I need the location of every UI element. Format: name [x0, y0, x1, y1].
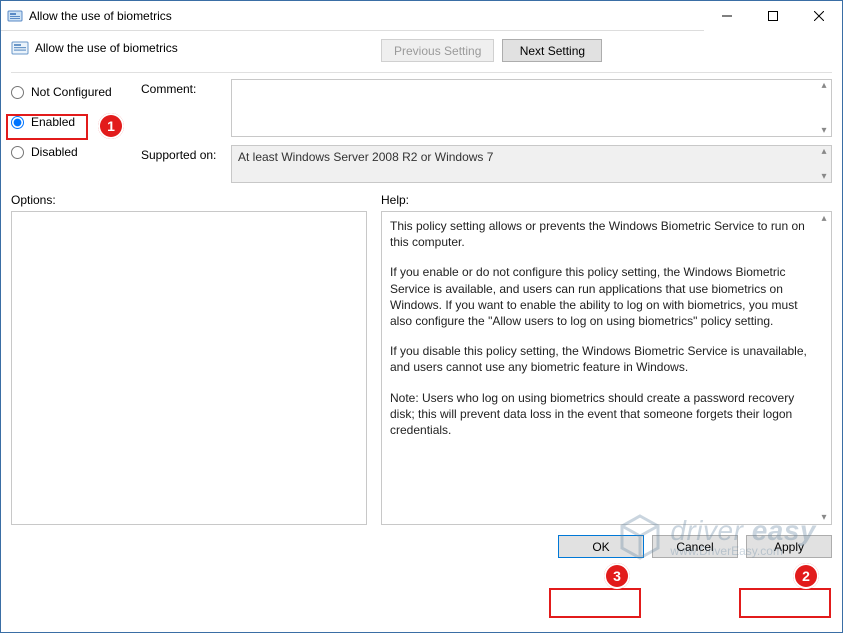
scrollbar-icon[interactable]: ▴▾ [817, 80, 831, 136]
comment-label: Comment: [141, 79, 223, 137]
settings-area: Not Configured Enabled Disabled Comment:… [1, 73, 842, 183]
radio-disabled-label: Disabled [31, 145, 78, 159]
supported-on-box: At least Windows Server 2008 R2 or Windo… [231, 145, 832, 183]
cancel-button[interactable]: Cancel [652, 535, 738, 558]
supported-label: Supported on: [141, 145, 223, 183]
titlebar: Allow the use of biometrics [1, 1, 842, 31]
radio-not-configured[interactable]: Not Configured [11, 83, 131, 101]
help-paragraph: This policy setting allows or prevents t… [390, 218, 813, 250]
radio-not-configured-label: Not Configured [31, 85, 112, 99]
help-paragraph: If you enable or do not configure this p… [390, 264, 813, 329]
radio-enabled-input[interactable] [11, 116, 24, 129]
options-pane [11, 211, 367, 525]
supported-on-text: At least Windows Server 2008 R2 or Windo… [238, 150, 493, 164]
policy-name: Allow the use of biometrics [35, 41, 178, 55]
maximize-icon [768, 11, 778, 21]
previous-setting-button[interactable]: Previous Setting [381, 39, 494, 62]
help-pane[interactable]: This policy setting allows or prevents t… [381, 211, 832, 525]
close-icon [814, 11, 824, 21]
policy-icon [11, 39, 29, 57]
app-icon [7, 8, 23, 24]
state-radios: Not Configured Enabled Disabled [11, 79, 131, 183]
apply-button[interactable]: Apply [746, 535, 832, 558]
radio-disabled[interactable]: Disabled [11, 143, 131, 161]
options-label: Options: [11, 193, 367, 207]
close-button[interactable] [796, 1, 842, 31]
panes-row: This policy setting allows or prevents t… [1, 211, 842, 531]
radio-enabled[interactable]: Enabled [11, 113, 131, 131]
help-paragraph: Note: Users who log on using biometrics … [390, 390, 813, 439]
minimize-icon [722, 11, 732, 21]
window-title: Allow the use of biometrics [29, 9, 172, 23]
annotation-box-3 [549, 588, 641, 618]
scrollbar-icon[interactable]: ▴▾ [817, 212, 831, 524]
scrollbar-icon[interactable]: ▴▾ [817, 146, 831, 182]
radio-enabled-label: Enabled [31, 115, 75, 129]
supported-row: Supported on: At least Windows Server 20… [141, 145, 832, 183]
gpo-dialog: Allow the use of biometrics Allow the us… [0, 0, 843, 633]
ok-button[interactable]: OK [558, 535, 644, 558]
annotation-box-2 [739, 588, 831, 618]
minimize-button[interactable] [704, 1, 750, 31]
radio-disabled-input[interactable] [11, 146, 24, 159]
radio-not-configured-input[interactable] [11, 86, 24, 99]
comment-row: Comment: ▴▾ [141, 79, 832, 137]
maximize-button[interactable] [750, 1, 796, 31]
pane-labels: Options: Help: [1, 183, 842, 211]
header-row: Allow the use of biometrics Previous Set… [1, 31, 842, 72]
comment-textarea[interactable]: ▴▾ [231, 79, 832, 137]
help-paragraph: If you disable this policy setting, the … [390, 343, 813, 375]
help-label: Help: [381, 193, 409, 207]
next-setting-button[interactable]: Next Setting [502, 39, 602, 62]
dialog-buttons: OK Cancel Apply [1, 531, 842, 568]
